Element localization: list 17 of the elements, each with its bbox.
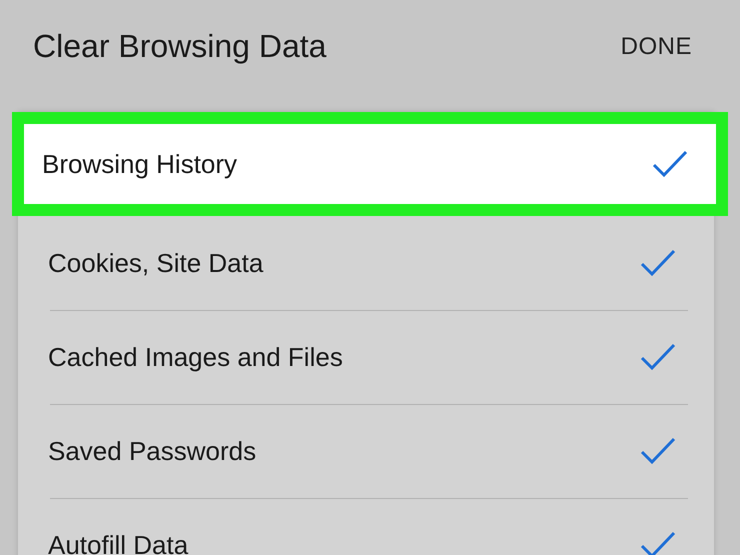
checkmark-icon[interactable] (652, 150, 688, 178)
option-row[interactable]: Cookies, Site Data (18, 216, 714, 310)
option-label: Cookies, Site Data (48, 248, 264, 278)
option-label: Saved Passwords (48, 436, 256, 466)
option-row[interactable]: Saved Passwords (18, 404, 714, 498)
done-button[interactable]: DONE (620, 29, 692, 65)
option-label: Browsing History (42, 148, 238, 180)
screen-title: Clear Browsing Data (33, 28, 326, 64)
option-label: Cached Images and Files (48, 342, 343, 372)
checkmark-icon[interactable] (640, 343, 676, 371)
option-label: Autofill Data (48, 530, 188, 555)
option-row[interactable]: Autofill Data (18, 498, 714, 555)
checkmark-icon[interactable] (640, 437, 676, 465)
option-row[interactable]: Cached Images and Files (18, 310, 714, 404)
checkmark-icon[interactable] (640, 249, 676, 277)
checkmark-icon[interactable] (640, 531, 676, 555)
highlighted-option-row[interactable]: Browsing History (12, 112, 728, 216)
